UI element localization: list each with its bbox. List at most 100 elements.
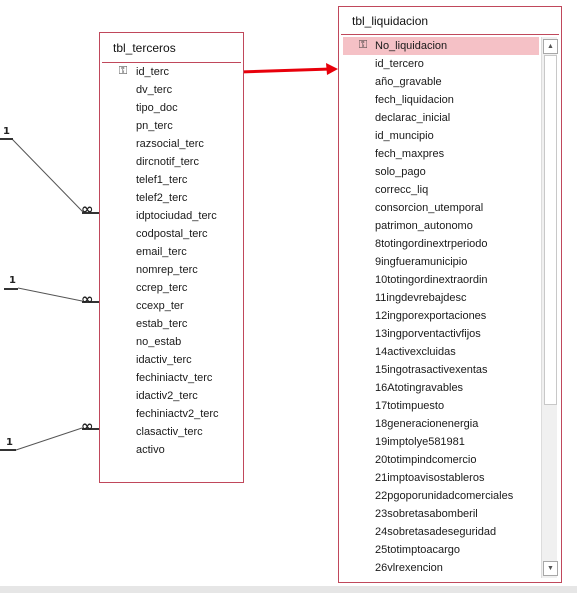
field-name: fechiniactv2_terc xyxy=(136,408,219,420)
relationship-line-3[interactable] xyxy=(15,427,83,451)
field-name: fechiniactv_terc xyxy=(136,372,213,384)
scrollbar-thumb[interactable] xyxy=(544,55,557,405)
window-bottom-edge xyxy=(0,586,577,593)
field-name: 23sobretasabomberil xyxy=(375,508,478,520)
field-row[interactable]: 13ingporventactivfijos xyxy=(343,325,539,343)
field-name: id_tercero xyxy=(375,58,424,70)
field-row[interactable]: id_tercero xyxy=(343,55,539,73)
field-row[interactable]: 14activexcluidas xyxy=(343,343,539,361)
table-tbl-liquidacion[interactable]: tbl_liquidacion ⚿ No_liquidacion id_tercer… xyxy=(338,6,562,583)
key-icon: ⚿ xyxy=(358,39,368,51)
field-name: solo_pago xyxy=(375,166,426,178)
field-list: ⚿ No_liquidacion id_tercero año_gravablefec… xyxy=(343,37,539,577)
field-name: 15ingotrasactivexentas xyxy=(375,364,488,376)
field-row[interactable]: 11ingdevrebajdesc xyxy=(343,289,539,307)
field-row[interactable]: 16Atotingravables xyxy=(343,379,539,397)
field-name: activo xyxy=(136,444,165,456)
field-row[interactable]: idactiv_terc xyxy=(100,351,243,369)
field-name: 24sobretasadeseguridad xyxy=(375,526,497,538)
field-row[interactable]: telef2_terc xyxy=(100,189,243,207)
field-row[interactable]: ⚿ No_liquidacion xyxy=(343,37,539,55)
field-row[interactable]: telef1_terc xyxy=(100,171,243,189)
field-row[interactable]: 12ingporexportaciones xyxy=(343,307,539,325)
field-name: 20totimpindcomercio xyxy=(375,454,477,466)
field-row[interactable]: razsocial_terc xyxy=(100,135,243,153)
field-name: email_terc xyxy=(136,246,187,258)
field-row[interactable]: dv_terc xyxy=(100,81,243,99)
scroll-down-arrow-icon[interactable]: ▼ xyxy=(543,561,558,576)
field-name: dircnotif_terc xyxy=(136,156,199,168)
field-row[interactable]: idactiv2_terc xyxy=(100,387,243,405)
field-row[interactable]: fechiniactv_terc xyxy=(100,369,243,387)
field-row[interactable]: 20totimpindcomercio xyxy=(343,451,539,469)
table-title[interactable]: tbl_terceros xyxy=(113,41,176,55)
field-name: 9ingfueramunicipio xyxy=(375,256,468,268)
field-row[interactable]: 19imptolye581981 xyxy=(343,433,539,451)
field-row[interactable]: 26vlrexencion xyxy=(343,559,539,577)
field-name: 26vlrexencion xyxy=(375,562,443,574)
field-row[interactable]: id_muncipio xyxy=(343,127,539,145)
field-row[interactable]: pn_terc xyxy=(100,117,243,135)
field-row[interactable]: fech_maxpres xyxy=(343,145,539,163)
field-row[interactable]: 24sobretasadeseguridad xyxy=(343,523,539,541)
field-row[interactable]: clasactiv_terc xyxy=(100,423,243,441)
field-row[interactable]: fech_liquidacion xyxy=(343,91,539,109)
field-row[interactable]: 21imptoavisostableros xyxy=(343,469,539,487)
field-row[interactable]: nomrep_terc xyxy=(100,261,243,279)
field-row[interactable]: año_gravable xyxy=(343,73,539,91)
field-row[interactable]: consorcion_utemporal xyxy=(343,199,539,217)
field-row[interactable]: tipo_doc xyxy=(100,99,243,117)
field-name: 25totimptoacargo xyxy=(375,544,460,556)
field-name: 16Atotingravables xyxy=(375,382,464,394)
field-row[interactable]: 17totimpuesto xyxy=(343,397,539,415)
field-name: patrimon_autonomo xyxy=(375,220,473,232)
field-row[interactable]: ⚿ id_terc xyxy=(100,63,243,81)
field-row[interactable]: ccrep_terc xyxy=(100,279,243,297)
field-name: 12ingporexportaciones xyxy=(375,310,487,322)
field-name: estab_terc xyxy=(136,318,188,330)
table-tbl-terceros[interactable]: tbl_terceros ⚿ id_terc dv_terc tipo_doc pn_t… xyxy=(99,32,244,483)
field-row[interactable]: ccexp_ter xyxy=(100,297,243,315)
field-row[interactable]: declarac_inicial xyxy=(343,109,539,127)
field-row[interactable]: dircnotif_terc xyxy=(100,153,243,171)
field-name: año_gravable xyxy=(375,76,442,88)
field-row[interactable]: 23sobretasabomberil xyxy=(343,505,539,523)
field-row[interactable]: email_terc xyxy=(100,243,243,261)
relationship-line-2[interactable] xyxy=(17,287,83,302)
field-row[interactable]: fechiniactv2_terc xyxy=(100,405,243,423)
field-name: 17totimpuesto xyxy=(375,400,445,412)
field-row[interactable]: 8totingordinextrperiodo xyxy=(343,235,539,253)
field-row[interactable]: patrimon_autonomo xyxy=(343,217,539,235)
scroll-up-arrow-icon[interactable]: ▲ xyxy=(543,39,558,54)
field-row[interactable]: estab_terc xyxy=(100,315,243,333)
field-name: declarac_inicial xyxy=(375,112,451,124)
field-row[interactable]: 10totingordinextraordin xyxy=(343,271,539,289)
field-name: clasactiv_terc xyxy=(136,426,203,438)
field-name: 14activexcluidas xyxy=(375,346,456,358)
field-row[interactable]: 25totimptoacargo xyxy=(343,541,539,559)
field-name: dv_terc xyxy=(136,84,173,96)
field-row[interactable]: 9ingfueramunicipio xyxy=(343,253,539,271)
relation-many-label-1: ∞ xyxy=(81,200,94,218)
field-name: No_liquidacion xyxy=(375,40,448,52)
relation-one-label-1: 1 xyxy=(3,126,10,137)
field-name: idptociudad_terc xyxy=(136,210,217,222)
vertical-scrollbar[interactable]: ▲ ▼ xyxy=(541,37,558,578)
relationship-line-1[interactable] xyxy=(11,138,84,213)
field-row[interactable]: activo xyxy=(100,441,243,459)
field-row[interactable]: codpostal_terc xyxy=(100,225,243,243)
field-row[interactable]: correcc_liq xyxy=(343,181,539,199)
field-name: 10totingordinextraordin xyxy=(375,274,488,286)
field-row[interactable]: no_estab xyxy=(100,333,243,351)
field-row[interactable]: 18generacionenergia xyxy=(343,415,539,433)
table-title[interactable]: tbl_liquidacion xyxy=(352,14,428,28)
field-name: 18generacionenergia xyxy=(375,418,479,430)
relation-one-label-2: 1 xyxy=(9,275,16,286)
field-row[interactable]: 22pgoporunidadcomerciales xyxy=(343,487,539,505)
field-row[interactable]: 15ingotrasactivexentas xyxy=(343,361,539,379)
key-icon: ⚿ xyxy=(118,65,128,77)
field-name: telef1_terc xyxy=(136,174,188,186)
field-row[interactable]: solo_pago xyxy=(343,163,539,181)
field-row[interactable]: idptociudad_terc xyxy=(100,207,243,225)
field-name: 8totingordinextrperiodo xyxy=(375,238,488,250)
